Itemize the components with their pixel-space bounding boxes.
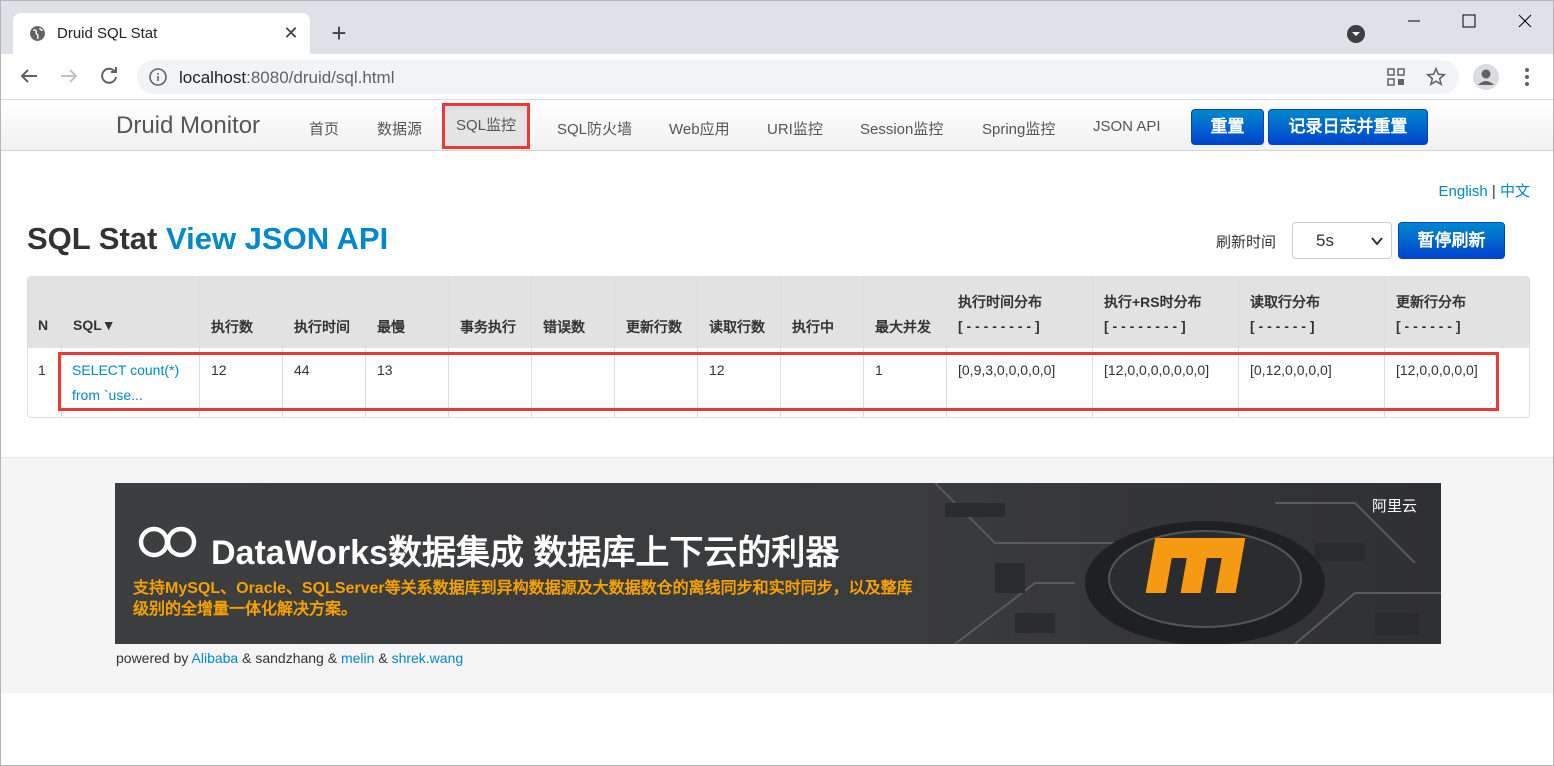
table-header: N SQL▼ 执行数 执行时间 最慢 事务执行 错误数 更新行数 读取行数 执行…	[28, 277, 1529, 348]
th-update-row-hist-sub: [ - - - - - - ]	[1396, 318, 1461, 334]
top-navbar: Druid Monitor 首页 数据源 SQL监控 SQL防火墙 Web应用 …	[1, 101, 1553, 151]
powered-amp-1: & sandzhang &	[242, 650, 338, 666]
th-fetch-count[interactable]: 读取行数	[709, 317, 765, 337]
language-switcher: English | 中文	[1439, 180, 1530, 201]
menu-kebab-icon[interactable]	[1517, 66, 1537, 88]
new-tab-button[interactable]: +	[327, 20, 351, 46]
nav-home[interactable]: 首页	[309, 118, 339, 139]
th-update-row-hist[interactable]: 更新行分布	[1396, 292, 1466, 312]
shrek-wang-link[interactable]: shrek.wang	[392, 650, 464, 666]
th-fetch-row-hist[interactable]: 读取行分布	[1250, 292, 1320, 312]
nav-web-app[interactable]: Web应用	[669, 118, 730, 139]
browser-toolbar: localhost:8080/druid/sql.html	[1, 54, 1553, 100]
lang-chinese-link[interactable]: 中文	[1500, 183, 1530, 200]
nav-uri-monitor[interactable]: URI监控	[767, 118, 823, 139]
maximize-icon[interactable]	[1459, 11, 1479, 31]
reload-icon[interactable]	[97, 64, 121, 88]
browser-tab[interactable]: Druid SQL Stat ✕	[13, 13, 310, 54]
th-slowest[interactable]: 最慢	[377, 317, 405, 337]
browser-window: Druid SQL Stat ✕ + localhost:8080/druid/…	[0, 0, 1554, 766]
tab-title: Druid SQL Stat	[57, 25, 158, 42]
log-and-reset-button[interactable]: 记录日志并重置	[1268, 109, 1428, 145]
page-title: SQL Stat View JSON API	[27, 221, 388, 257]
chevron-down-icon	[1371, 237, 1383, 246]
th-exec-rs-hist[interactable]: 执行+RS时分布	[1104, 292, 1202, 312]
qr-code-icon[interactable]	[1387, 68, 1405, 86]
powered-prefix: powered by	[116, 650, 189, 666]
powered-amp-2: &	[378, 650, 388, 666]
nav-sql-firewall[interactable]: SQL防火墙	[557, 118, 632, 139]
alibaba-link[interactable]: Alibaba	[192, 650, 239, 666]
refresh-interval-select[interactable]: 5s	[1292, 222, 1392, 259]
close-window-icon[interactable]	[1515, 11, 1535, 31]
refresh-interval-value: 5s	[1316, 231, 1334, 250]
lang-english-link[interactable]: English	[1439, 183, 1488, 200]
back-arrow-icon[interactable]	[17, 64, 41, 88]
th-sql[interactable]: SQL▼	[73, 317, 116, 333]
banner-title: DataWorks数据集成 数据库上下云的利器	[211, 534, 840, 572]
footer: DataWorks数据集成 数据库上下云的利器 支持MySQL、Oracle、S…	[1, 457, 1553, 693]
powered-by-line: powered by Alibaba & sandzhang & melin &…	[116, 650, 463, 666]
close-tab-icon[interactable]: ✕	[281, 23, 301, 43]
minimize-icon[interactable]	[1404, 11, 1424, 31]
url-text[interactable]: localhost:8080/druid/sql.html	[179, 68, 394, 88]
nav-datasource[interactable]: 数据源	[377, 118, 422, 139]
bookmark-star-icon[interactable]	[1425, 66, 1447, 88]
reset-button[interactable]: 重置	[1191, 109, 1264, 145]
nav-spring-monitor[interactable]: Spring监控	[982, 118, 1055, 139]
th-fetch-row-hist-sub: [ - - - - - - ]	[1250, 318, 1315, 334]
page-content: Druid Monitor 首页 数据源 SQL监控 SQL防火墙 Web应用 …	[1, 101, 1553, 765]
highlight-annotation-box	[58, 352, 1499, 411]
th-in-transaction[interactable]: 事务执行	[460, 317, 516, 337]
th-exec-time-hist-sub: [ - - - - - - - - ]	[958, 318, 1040, 334]
th-n[interactable]: N	[38, 317, 48, 333]
banner-subtitle: 支持MySQL、Oracle、SQLServer等关系数据库到异构数据源及大数据…	[133, 580, 913, 618]
cell-n: 1	[38, 362, 46, 378]
th-running[interactable]: 执行中	[792, 317, 834, 337]
th-error-count[interactable]: 错误数	[543, 317, 585, 337]
nav-json-api[interactable]: JSON API	[1093, 118, 1161, 135]
nav-session-monitor[interactable]: Session监控	[860, 118, 943, 139]
th-exec-count[interactable]: 执行数	[211, 317, 253, 337]
th-max-concurrent[interactable]: 最大并发	[875, 317, 931, 337]
forward-arrow-icon[interactable]	[57, 64, 81, 88]
tab-strip: Druid SQL Stat ✕ +	[1, 1, 1553, 54]
view-json-api-link[interactable]: View JSON API	[166, 221, 388, 256]
brand-logo[interactable]: Druid Monitor	[116, 112, 260, 140]
melin-link[interactable]: melin	[341, 650, 374, 666]
address-bar[interactable]: localhost:8080/druid/sql.html	[137, 60, 1459, 94]
dataworks-ad-banner[interactable]: DataWorks数据集成 数据库上下云的利器 支持MySQL、Oracle、S…	[115, 483, 1441, 644]
th-exec-time-hist[interactable]: 执行时间分布	[958, 292, 1042, 312]
th-update-count[interactable]: 更新行数	[626, 317, 682, 337]
site-info-icon[interactable]	[149, 68, 167, 86]
tab-search-icon[interactable]	[1346, 24, 1366, 44]
nav-sql-monitor[interactable]: SQL监控	[442, 103, 531, 149]
profile-avatar-icon[interactable]	[1473, 64, 1499, 90]
pause-refresh-button[interactable]: 暂停刷新	[1398, 222, 1505, 259]
lang-separator: |	[1491, 183, 1496, 200]
aliyun-logo: 阿里云	[1371, 498, 1417, 515]
dataworks-logo-icon	[138, 526, 197, 558]
refresh-interval-label: 刷新时间	[1216, 234, 1277, 251]
th-exec-time[interactable]: 执行时间	[294, 317, 350, 337]
page-title-text: SQL Stat	[27, 221, 158, 256]
globe-icon	[30, 26, 45, 41]
th-exec-rs-hist-sub: [ - - - - - - - - ]	[1104, 318, 1186, 334]
